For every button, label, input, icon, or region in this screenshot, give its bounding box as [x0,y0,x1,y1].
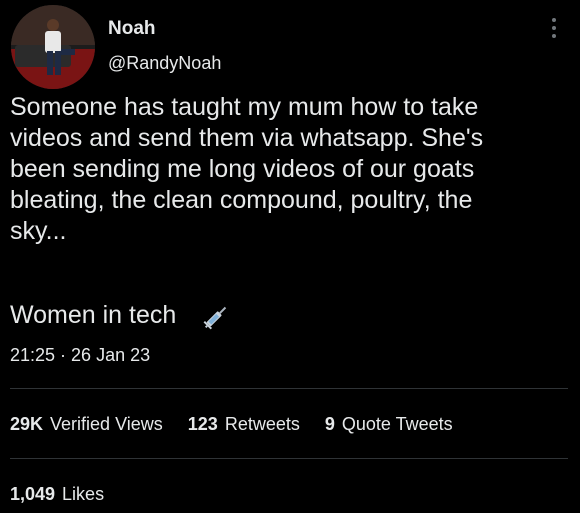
divider [10,458,568,459]
retweets-count: 123 [187,414,218,434]
avatar-photo [11,5,95,89]
likes-count: 1,049 [10,484,56,504]
likes-stat[interactable]: 1,049 Likes [10,484,104,505]
quotes-stat[interactable]: 9 Quote Tweets [325,414,453,435]
views-label: Verified Views [50,414,163,434]
avatar[interactable] [11,5,95,89]
likes-label: Likes [62,484,105,504]
engagement-stats: 29K Verified Views 123 Retweets 9 Quote Twe… [10,414,473,435]
retweets-label: Retweets [224,414,300,434]
divider [10,388,568,389]
views-count: 29K [10,414,44,434]
quotes-label: Quote Tweets [341,414,453,434]
tweet-timestamp[interactable]: 21:25 · 26 Jan 23 [10,345,150,366]
quotes-count: 9 [324,414,335,434]
more-vertical-icon [552,18,556,38]
author-handle[interactable]: @RandyNoah [108,53,221,74]
syringe-icon [201,300,233,332]
tweet-tag-line: Women in tech [10,301,177,329]
views-stat[interactable]: 29K Verified Views [10,414,163,435]
more-options-button[interactable] [546,16,562,40]
retweets-stat[interactable]: 123 Retweets [188,414,300,435]
tweet-text: Someone has taught my mum how to take vi… [10,93,484,245]
author-display-name[interactable]: Noah [108,18,156,40]
